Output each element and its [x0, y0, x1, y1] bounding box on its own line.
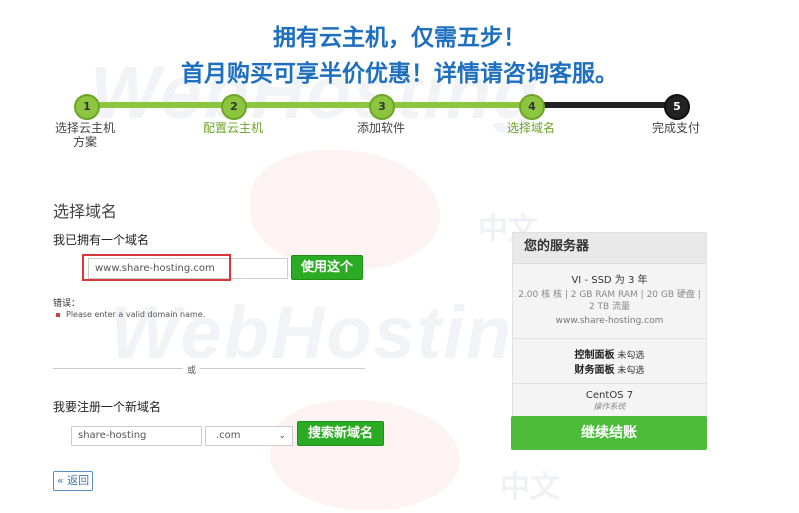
- step-3-label[interactable]: 添加软件: [336, 121, 426, 135]
- section-title: 选择域名: [53, 202, 118, 221]
- control-panel-label: 控制面板: [574, 350, 615, 361]
- or-divider: [53, 368, 365, 369]
- step-3-circle[interactable]: 3: [369, 94, 395, 120]
- plan-name: VI - SSD 为 3 年: [571, 275, 648, 286]
- error-message: Please enter a valid domain name.: [56, 310, 205, 319]
- os-name: CentOS 7: [585, 390, 634, 401]
- watermark-text: WebHosting: [110, 291, 561, 374]
- input-highlight-box: [82, 254, 231, 281]
- step-2-label[interactable]: 配置云主机: [188, 121, 278, 135]
- step-5-circle: 5: [664, 94, 690, 120]
- step-4-label: 选择域名: [506, 121, 555, 135]
- error-bullet-icon: [56, 312, 60, 317]
- or-text: 或: [183, 363, 201, 376]
- register-domain-label: 我要注册一个新域名: [53, 400, 162, 414]
- progress-bar-complete: [86, 102, 531, 108]
- step-5-label: 完成支付: [651, 121, 700, 135]
- plan-hostname: www.share-hosting.com: [555, 316, 664, 326]
- step-1-label[interactable]: 选择云主机方案: [52, 121, 118, 149]
- headline-secondary: 首月购买可享半价优惠！详情请咨询客服。: [181, 61, 618, 87]
- error-label: 错误：: [53, 299, 81, 309]
- checkout-button[interactable]: 继续结账: [511, 416, 707, 450]
- step-4-circle[interactable]: 4: [519, 94, 545, 120]
- use-domain-button[interactable]: 使用这个: [291, 255, 363, 280]
- headline-primary: 拥有云主机，仅需五步！: [273, 25, 526, 51]
- control-panel-value: 未勾选: [617, 351, 645, 361]
- progress-bar-remaining: [531, 102, 676, 108]
- step-2-circle[interactable]: 2: [221, 94, 247, 120]
- tld-select[interactable]: .com ⌄: [205, 426, 293, 446]
- back-button[interactable]: « 返回: [53, 471, 93, 491]
- step-1-circle[interactable]: 1: [74, 94, 100, 120]
- watermark-map: [270, 400, 460, 510]
- plan-specs: 2.00 核 核 | 2 GB RAM RAM | 20 GB 硬盘 | 2 T…: [518, 290, 701, 312]
- watermark-map: [250, 150, 440, 270]
- chevron-down-icon: ⌄: [278, 431, 286, 441]
- os-label: 操作系统: [593, 402, 626, 411]
- search-domain-button[interactable]: 搜索新域名: [297, 421, 384, 446]
- billing-panel-value: 未勾选: [617, 366, 645, 376]
- server-summary-panel: 您的服务器 VI - SSD 为 3 年 2.00 核 核 | 2 GB RAM…: [512, 232, 707, 426]
- panel-title: 您的服务器: [513, 233, 706, 264]
- own-domain-label: 我已拥有一个域名: [53, 233, 150, 247]
- register-domain-input[interactable]: share-hosting: [71, 426, 202, 446]
- watermark-zh: 中文: [500, 470, 560, 505]
- billing-panel-label: 财务面板: [574, 365, 615, 376]
